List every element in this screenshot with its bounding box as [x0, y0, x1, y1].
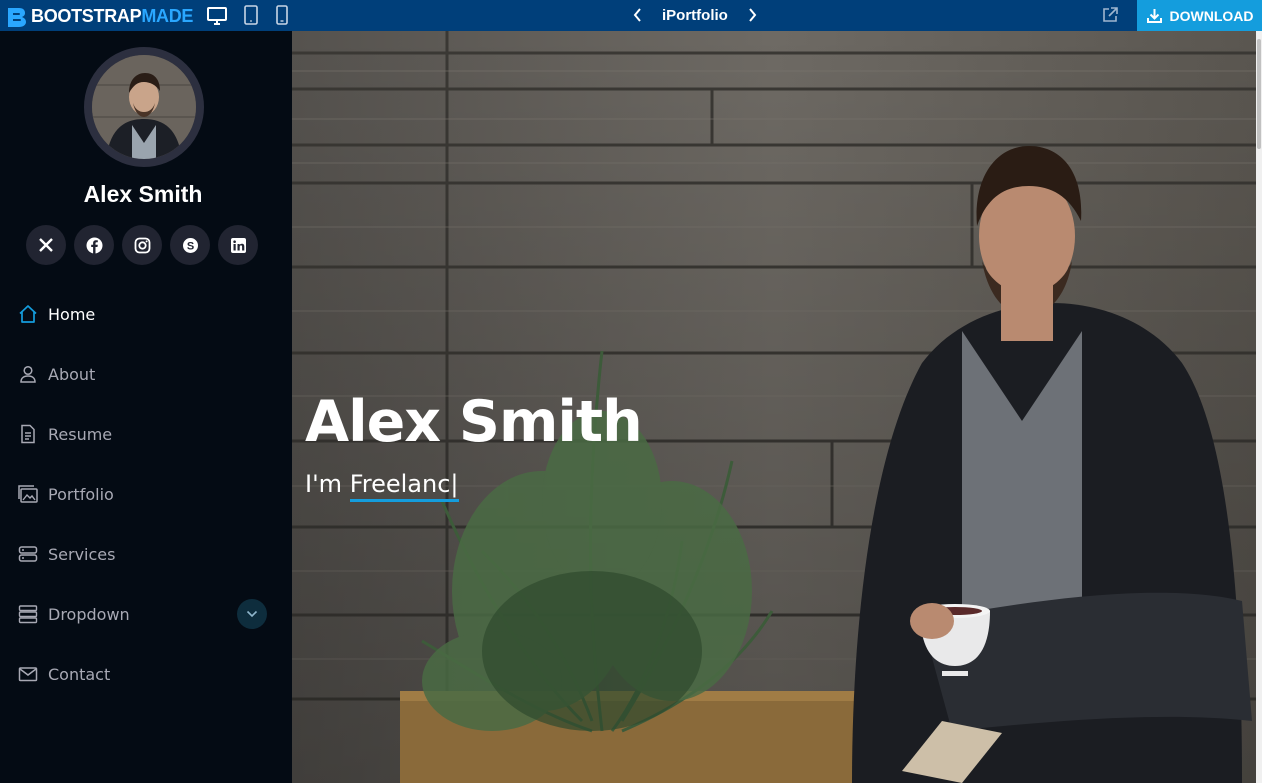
x-icon[interactable]	[26, 225, 66, 265]
nav-label: Dropdown	[48, 604, 130, 624]
bootstrapmade-logo[interactable]: BOOTSTRAP MADE	[6, 5, 193, 27]
file-text-icon	[18, 424, 38, 444]
hero-title: Alex Smith	[305, 389, 643, 455]
skype-icon[interactable]: S	[170, 225, 210, 265]
external-link-icon[interactable]	[1101, 6, 1119, 24]
server-icon	[18, 544, 38, 564]
typed-text: Freelanc|	[349, 470, 459, 502]
tablet-icon[interactable]	[242, 4, 260, 26]
brand-secondary: MADE	[141, 5, 194, 26]
logo-mark-icon	[8, 8, 26, 27]
nav-item-contact[interactable]: Contact	[0, 644, 292, 704]
nav-label: Home	[48, 304, 96, 324]
nav-item-dropdown[interactable]: Dropdown	[0, 584, 292, 644]
desktop-icon[interactable]	[206, 4, 228, 26]
scrollbar[interactable]	[1256, 31, 1262, 783]
typed-word: Freelanc	[349, 470, 451, 498]
instagram-icon[interactable]	[122, 225, 162, 265]
brand-primary: BOOTSTRAP	[31, 5, 142, 26]
linkedin-icon[interactable]	[218, 225, 258, 265]
nav-item-portfolio[interactable]: Portfolio	[0, 464, 292, 524]
nav-item-about[interactable]: About	[0, 344, 292, 404]
typed-cursor: |	[450, 470, 459, 498]
svg-text:S: S	[186, 240, 193, 252]
nav-item-home[interactable]: Home	[0, 284, 292, 344]
template-title: iPortfolio	[662, 6, 728, 24]
hero-section: Alex Smith I'm Freelanc|	[292, 31, 1256, 783]
template-switcher: iPortfolio	[630, 4, 760, 26]
download-label: DOWNLOAD	[1169, 7, 1254, 24]
top-bar: BOOTSTRAP MADE iPortfolio DOWNLOAD	[0, 0, 1262, 31]
home-icon	[18, 304, 38, 324]
profile-name: Alex Smith	[83, 181, 203, 207]
dropdown-toggle[interactable]	[237, 599, 267, 629]
facebook-icon[interactable]	[74, 225, 114, 265]
chevron-left-icon[interactable]	[630, 4, 644, 26]
menu-icon	[18, 604, 38, 624]
nav-label: Portfolio	[48, 484, 114, 504]
download-button[interactable]: DOWNLOAD	[1137, 0, 1262, 31]
nav-item-resume[interactable]: Resume	[0, 404, 292, 464]
hero-subtitle: I'm Freelanc|	[305, 470, 459, 502]
sidebar: Alex Smith S Home About Resume Portfolio…	[0, 31, 292, 783]
scrollbar-thumb[interactable]	[1257, 39, 1261, 149]
person-icon	[18, 364, 38, 384]
subtitle-prefix: I'm	[305, 470, 343, 498]
nav-label: About	[48, 364, 96, 384]
avatar	[84, 47, 204, 167]
device-switcher	[206, 4, 290, 26]
nav-label: Resume	[48, 424, 113, 444]
chevron-down-icon	[246, 610, 258, 618]
nav-label: Contact	[48, 664, 111, 684]
nav-label: Services	[48, 544, 116, 564]
social-links: S	[26, 225, 258, 265]
chevron-right-icon[interactable]	[746, 4, 760, 26]
download-icon	[1146, 9, 1162, 23]
nav-item-services[interactable]: Services	[0, 524, 292, 584]
main-nav: Home About Resume Portfolio Services Dro…	[0, 284, 292, 704]
images-icon	[18, 484, 38, 504]
mobile-icon[interactable]	[274, 4, 290, 26]
envelope-icon	[18, 664, 38, 684]
